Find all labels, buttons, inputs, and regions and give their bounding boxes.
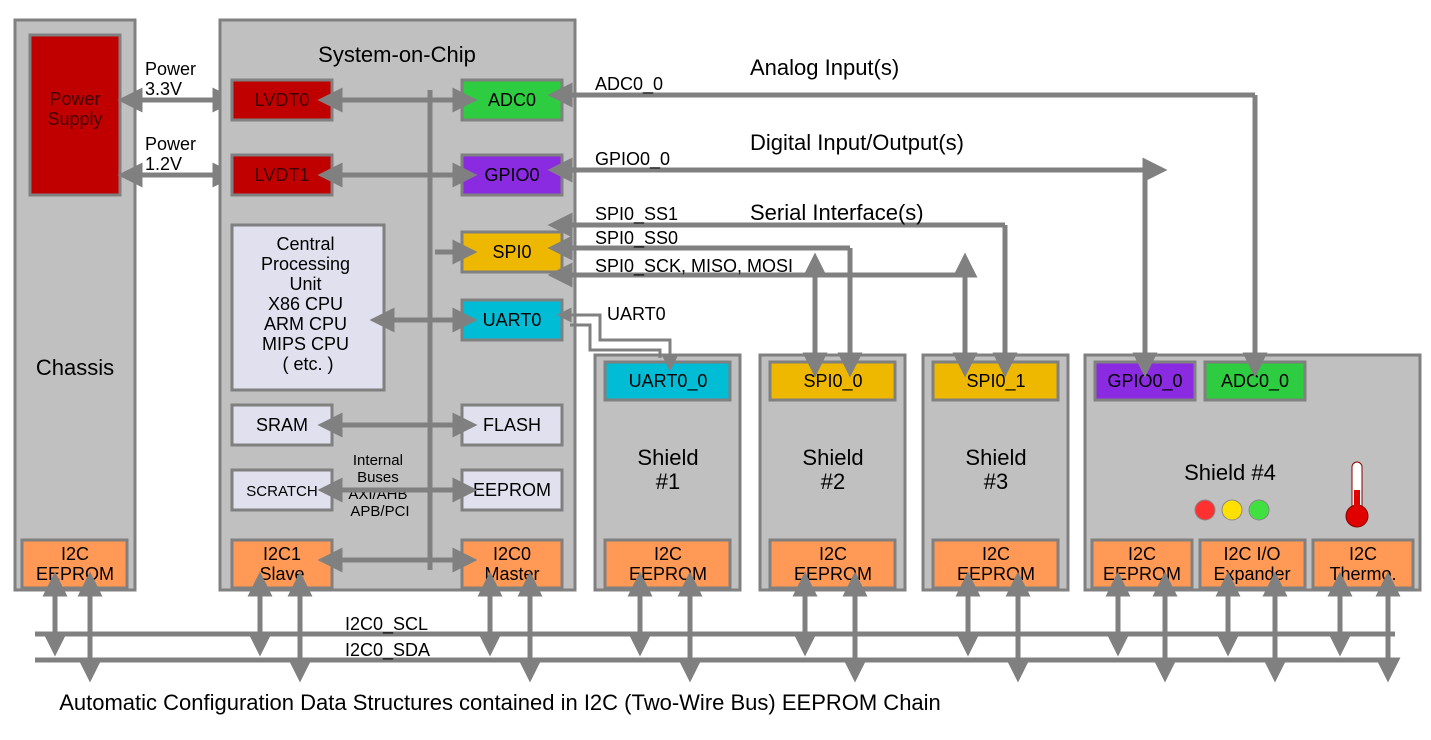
svg-text:UART0_0: UART0_0 — [629, 371, 708, 392]
svg-text:GPIO0_0: GPIO0_0 — [1107, 371, 1182, 392]
digital-title: Digital Input/Output(s) — [750, 130, 964, 155]
power-12-label: Power1.2V — [145, 134, 196, 174]
adc0-label: ADC0 — [488, 90, 536, 110]
cpu-label: Central Processing Unit X86 CPU ARM CPU … — [261, 234, 355, 374]
sram-label: SRAM — [256, 415, 308, 435]
i2c-sda-label: I2C0_SDA — [345, 640, 430, 661]
spi-ss0-label: SPI0_SS0 — [595, 228, 678, 249]
footer-text: Automatic Configuration Data Structures … — [59, 690, 941, 715]
lvdt0-label: LVDT0 — [255, 90, 310, 110]
chassis-label: Chassis — [36, 355, 114, 380]
i2c1-label: I2C1Slave — [259, 544, 304, 584]
eeprom-label: EEPROM — [473, 480, 551, 500]
power-33-label: Power3.3V — [145, 59, 196, 99]
led-green-icon — [1249, 500, 1269, 520]
spi-ss1-label: SPI0_SS1 — [595, 204, 678, 225]
lvdt1-label: LVDT1 — [255, 165, 310, 185]
shield-2: SPI0_0 Shield#2 I2CEEPROM — [760, 355, 905, 590]
shield-4: GPIO0_0 ADC0_0 Shield #4 I2CEEPROM I2C I… — [1085, 355, 1420, 590]
power-supply-label: PowerSupply — [47, 89, 102, 129]
svg-text:SPI0_0: SPI0_0 — [803, 371, 862, 392]
led-yellow-icon — [1222, 500, 1242, 520]
spi-bus-label: SPI0_SCK, MISO, MOSI — [595, 256, 793, 277]
spi0-label: SPI0 — [492, 242, 531, 262]
gpio0-label: GPIO0 — [484, 165, 539, 185]
shield-3: SPI0_1 Shield#3 I2CEEPROM — [923, 355, 1068, 590]
adc-signal-label: ADC0_0 — [595, 74, 663, 95]
led-red-icon — [1195, 500, 1215, 520]
svg-text:SPI0_1: SPI0_1 — [966, 371, 1025, 392]
svg-text:Shield #4: Shield #4 — [1184, 460, 1276, 485]
soc-title: System-on-Chip — [318, 42, 476, 67]
svg-text:ADC0_0: ADC0_0 — [1221, 371, 1289, 392]
serial-title: Serial Interface(s) — [750, 200, 924, 225]
scratch-label: SCRATCH — [246, 483, 317, 500]
i2c-scl-label: I2C0_SCL — [345, 614, 428, 635]
svg-text:I2C I/OExpander: I2C I/OExpander — [1213, 544, 1290, 584]
uart0-label: UART0 — [483, 310, 542, 330]
analog-title: Analog Input(s) — [750, 55, 899, 80]
i2c-drops — [55, 594, 1388, 660]
shield-1: UART0_0 Shield#1 I2CEEPROM — [595, 355, 740, 590]
gpio-signal-label: GPIO0_0 — [595, 149, 670, 170]
flash-label: FLASH — [483, 415, 541, 435]
bus-label: Internal Buses AXI/AHB APB/PCI — [348, 452, 411, 520]
uart-signal-label: UART0 — [607, 304, 666, 324]
